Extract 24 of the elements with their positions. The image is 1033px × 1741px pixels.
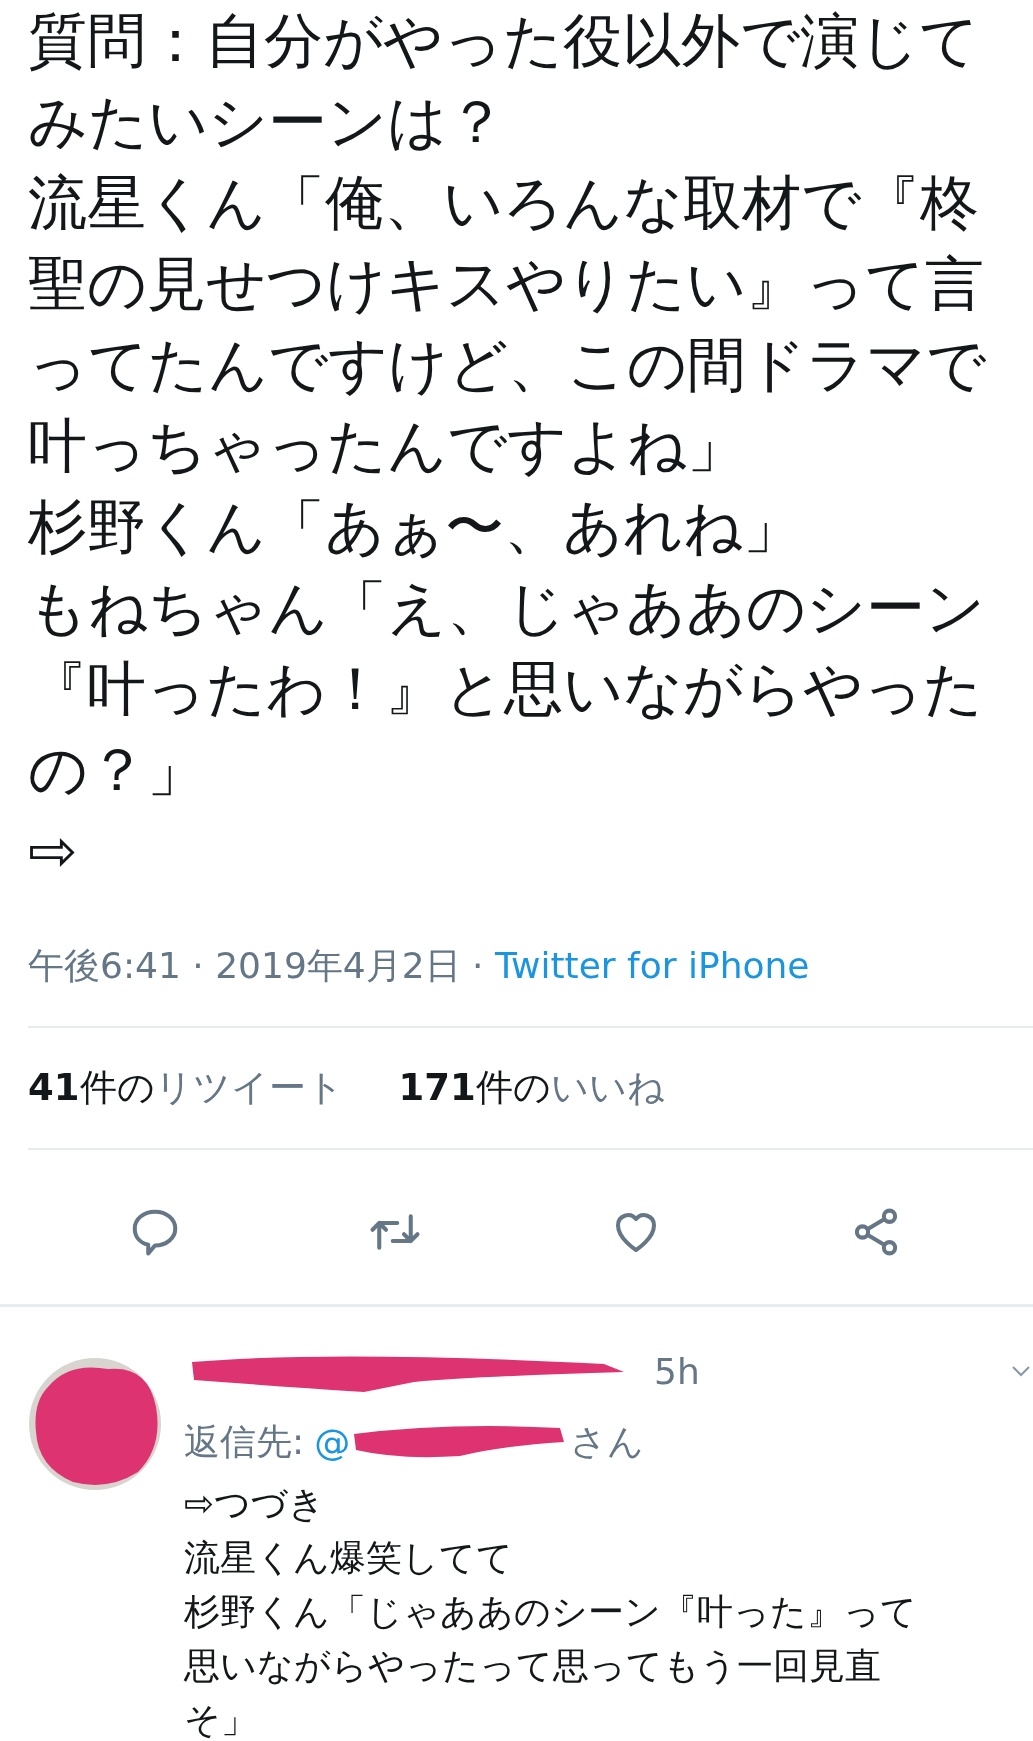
tweet-text-line: ってたんですけど、この間ドラマで bbox=[28, 329, 986, 401]
reply-text-line: 思いながらやったって思ってもう一回見直 bbox=[184, 1644, 882, 1688]
reply-to-label: 返信先: bbox=[184, 1419, 305, 1464]
mention-suffix: さん bbox=[570, 1419, 645, 1464]
tweet-text-line: 聖の見せつけキスやりたい』って言 bbox=[28, 248, 984, 320]
tweet-text-line: もねちゃん「え、じゃああのシーン bbox=[28, 572, 985, 644]
tweet-text-line: 流星くん「俺、いろんな取材で『柊 bbox=[28, 167, 979, 239]
stat-link[interactable]: 171件のいいね bbox=[398, 1063, 665, 1113]
reply-text-line: ⇨つづき bbox=[184, 1482, 327, 1526]
reply-text-line: そ」 bbox=[184, 1698, 258, 1741]
tweet-text-line: みたいシーンは？ bbox=[28, 86, 506, 158]
redacted-avatar[interactable] bbox=[28, 1357, 162, 1491]
tweet-text-line: ⇨ bbox=[28, 815, 78, 887]
stat-link[interactable]: 41件の リツイート bbox=[28, 1063, 344, 1113]
tweet-text-line: 杉野くん「あぁ〜、あれね」 bbox=[28, 491, 802, 563]
reply-text-line: 流星くん爆笑してて bbox=[184, 1536, 514, 1580]
tweet-text-line: 『叶ったわ！』と思いながらやった bbox=[28, 653, 983, 725]
reply-text-line: 杉野くん「じゃああのシーン『叶った』って bbox=[184, 1590, 918, 1634]
timestamp: 午後6:41 · 2019年4月2日 · bbox=[28, 945, 485, 986]
tweet-text-line: の？」 bbox=[28, 734, 206, 806]
reply-time: 5h bbox=[654, 1350, 700, 1394]
chevron-icon[interactable] bbox=[1011, 1365, 1031, 1379]
tweet-text-line: 叶っちゃったんですよね」 bbox=[28, 410, 746, 482]
tweet-text-line: 質問：自分がやった役以外で演じて bbox=[28, 5, 979, 77]
